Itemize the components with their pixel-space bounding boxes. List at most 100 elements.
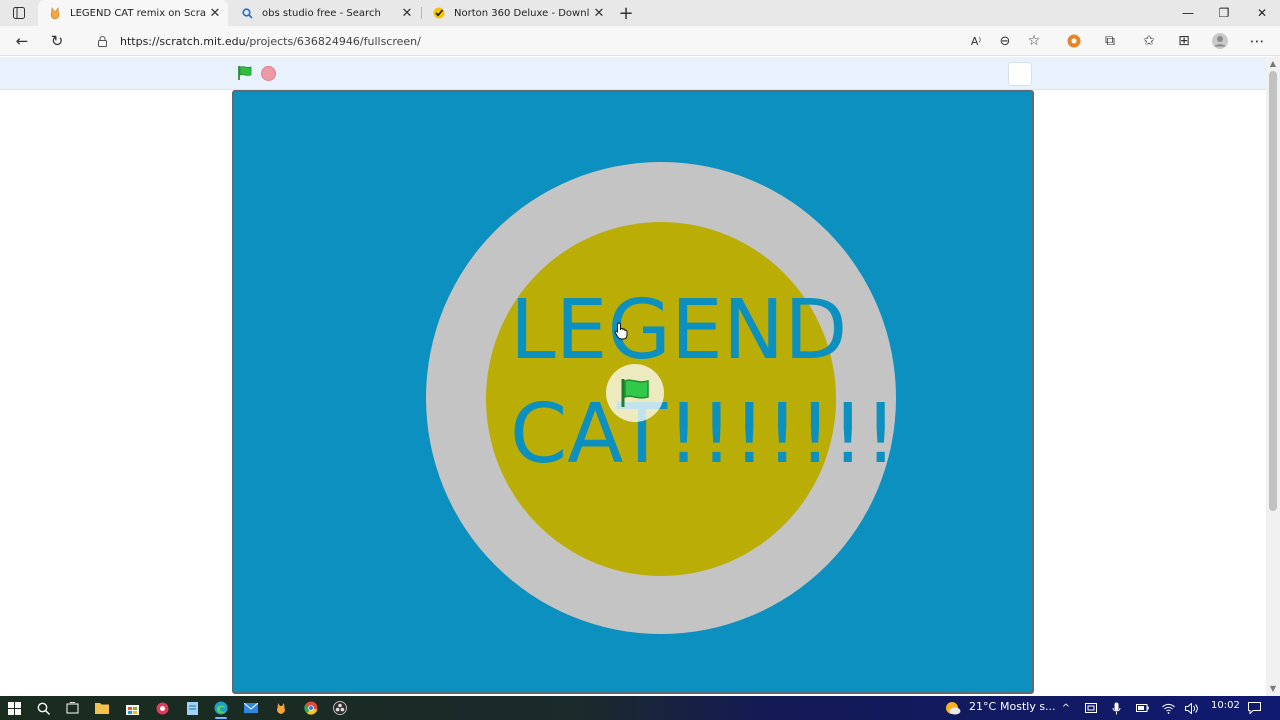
star-add-icon: ☆	[1027, 33, 1041, 49]
tab-search[interactable]: obs studio free - Search ✕	[230, 0, 420, 26]
start-button[interactable]	[4, 698, 24, 718]
search-icon	[240, 6, 254, 20]
scrollbar-thumb[interactable]	[1269, 71, 1277, 511]
edge-icon	[214, 701, 228, 715]
green-flag-icon	[621, 379, 649, 407]
notifications-button[interactable]	[1244, 698, 1264, 718]
show-hidden-icons-button[interactable]: ^	[1056, 698, 1076, 718]
tab-scratch[interactable]: LEGEND CAT remix on Scratch ✕	[38, 0, 228, 26]
stop-button[interactable]	[261, 66, 276, 81]
collections-icon: ⊞	[1178, 33, 1190, 49]
url-path: /projects/636824946/fullscreen/	[245, 34, 421, 48]
windows-taskbar: 21°C Mostly s... ^ 10:02	[0, 696, 1280, 720]
favorites-button[interactable]: ✩	[1136, 29, 1162, 53]
wifi-icon	[1161, 703, 1175, 714]
battery-button[interactable]	[1132, 698, 1152, 718]
scratch-cat-icon	[48, 6, 62, 20]
windows-logo-icon	[7, 701, 21, 715]
recorder-app-button[interactable]	[152, 698, 172, 718]
zoom-button[interactable]: ⊖	[992, 29, 1018, 53]
wifi-button[interactable]	[1158, 698, 1178, 718]
close-tab-icon[interactable]: ✕	[398, 4, 416, 22]
notification-icon	[1247, 702, 1261, 714]
clock-time[interactable]: 10:02	[1211, 700, 1240, 711]
new-tab-button[interactable]: +	[616, 3, 636, 24]
microphone-button[interactable]	[1106, 698, 1126, 718]
maximize-button[interactable]: ❐	[1206, 0, 1242, 26]
folder-icon	[95, 703, 109, 714]
battery-icon	[1135, 704, 1149, 712]
favorite-button[interactable]: ☆	[1021, 29, 1047, 53]
edge-button[interactable]	[211, 698, 231, 719]
close-window-button[interactable]: ✕	[1244, 0, 1280, 26]
tray-camera-button[interactable]	[1081, 698, 1101, 718]
minimize-button[interactable]: —	[1170, 0, 1206, 26]
read-aloud-icon: A⁾	[970, 34, 982, 48]
profile-button[interactable]	[1207, 29, 1233, 53]
tab-title: LEGEND CAT remix on Scratch	[70, 7, 206, 19]
browser-toolbar: ← ↻ https://scratch.mit.edu/projects/636…	[0, 26, 1280, 56]
favorites-icon: ✩	[1143, 33, 1155, 49]
speaker-icon	[1185, 702, 1198, 714]
tab-title: Norton 360 Deluxe - Download	[454, 7, 590, 19]
task-view-icon	[66, 701, 78, 713]
url-host: https://scratch.mit.edu	[120, 34, 246, 48]
obs-button[interactable]	[330, 698, 350, 718]
extensions-button[interactable]: ⧉	[1097, 29, 1123, 53]
start-project-button[interactable]	[606, 364, 664, 422]
scroll-up-icon[interactable]: ▲	[1266, 59, 1280, 69]
task-view-button[interactable]	[62, 698, 82, 718]
project-stage[interactable]: LEGEND CAT!!!!!!!	[232, 90, 1034, 694]
mail-button[interactable]	[241, 698, 261, 718]
back-arrow-icon: ←	[15, 32, 29, 50]
refresh-icon: ↻	[50, 32, 64, 50]
scratch-app-button[interactable]	[271, 698, 291, 718]
norton-check-icon	[432, 6, 446, 20]
tab-norton[interactable]: Norton 360 Deluxe - Download ✕	[422, 0, 612, 26]
microphone-icon	[1112, 702, 1120, 714]
stage-title-line1: LEGEND	[510, 283, 848, 378]
zoom-out-icon: ⊖	[999, 33, 1011, 49]
weather-widget[interactable]	[943, 698, 963, 718]
back-button[interactable]: ←	[9, 29, 35, 53]
hand-cursor-icon	[614, 322, 628, 340]
restore-icon: ❐	[1218, 6, 1230, 20]
tab-actions-icon	[13, 7, 25, 19]
tab-strip: LEGEND CAT remix on Scratch ✕ obs studio…	[0, 0, 1280, 26]
store-button[interactable]	[122, 698, 142, 718]
settings-menu-button[interactable]: ⋯	[1244, 29, 1270, 53]
close-icon: ✕	[1256, 6, 1268, 20]
close-tab-icon[interactable]: ✕	[206, 4, 224, 22]
refresh-button[interactable]: ↻	[44, 29, 70, 53]
sun-cloud-icon	[946, 702, 961, 715]
mail-icon	[244, 703, 258, 713]
green-flag-icon[interactable]	[237, 65, 253, 81]
close-tab-icon[interactable]: ✕	[590, 4, 608, 22]
weather-description: Mostly s...	[1000, 700, 1056, 713]
player-controls-bar	[0, 57, 1266, 90]
stage-title-line2: CAT!!!!!!!	[510, 387, 898, 482]
store-icon	[125, 704, 139, 715]
search-icon	[37, 702, 50, 715]
notepad-button[interactable]	[182, 698, 202, 718]
collections-button[interactable]: ⊞	[1171, 29, 1197, 53]
scroll-down-icon[interactable]: ▼	[1266, 684, 1280, 694]
address-bar[interactable]: https://scratch.mit.edu/projects/6368249…	[80, 29, 956, 53]
chrome-icon	[304, 701, 318, 715]
page-scrollbar[interactable]: ▲ ▼	[1266, 57, 1280, 696]
taskbar-search-button[interactable]	[33, 698, 53, 718]
read-aloud-button[interactable]: A⁾	[963, 29, 989, 53]
extension-button[interactable]	[1061, 29, 1087, 53]
camera-icon	[1085, 703, 1097, 713]
exit-fullscreen-button[interactable]	[1008, 62, 1032, 86]
puzzle-icon: ⧉	[1105, 33, 1115, 49]
chrome-button[interactable]	[301, 698, 321, 718]
extension-badge-icon	[1067, 34, 1081, 48]
notepad-icon	[186, 701, 198, 715]
more-icon: ⋯	[1249, 32, 1265, 50]
weather-temperature: 21°C	[969, 700, 997, 713]
volume-button[interactable]	[1182, 698, 1202, 718]
file-explorer-button[interactable]	[92, 698, 112, 718]
tab-actions-menu-button[interactable]	[8, 3, 30, 23]
scratch-cat-icon	[277, 702, 285, 714]
